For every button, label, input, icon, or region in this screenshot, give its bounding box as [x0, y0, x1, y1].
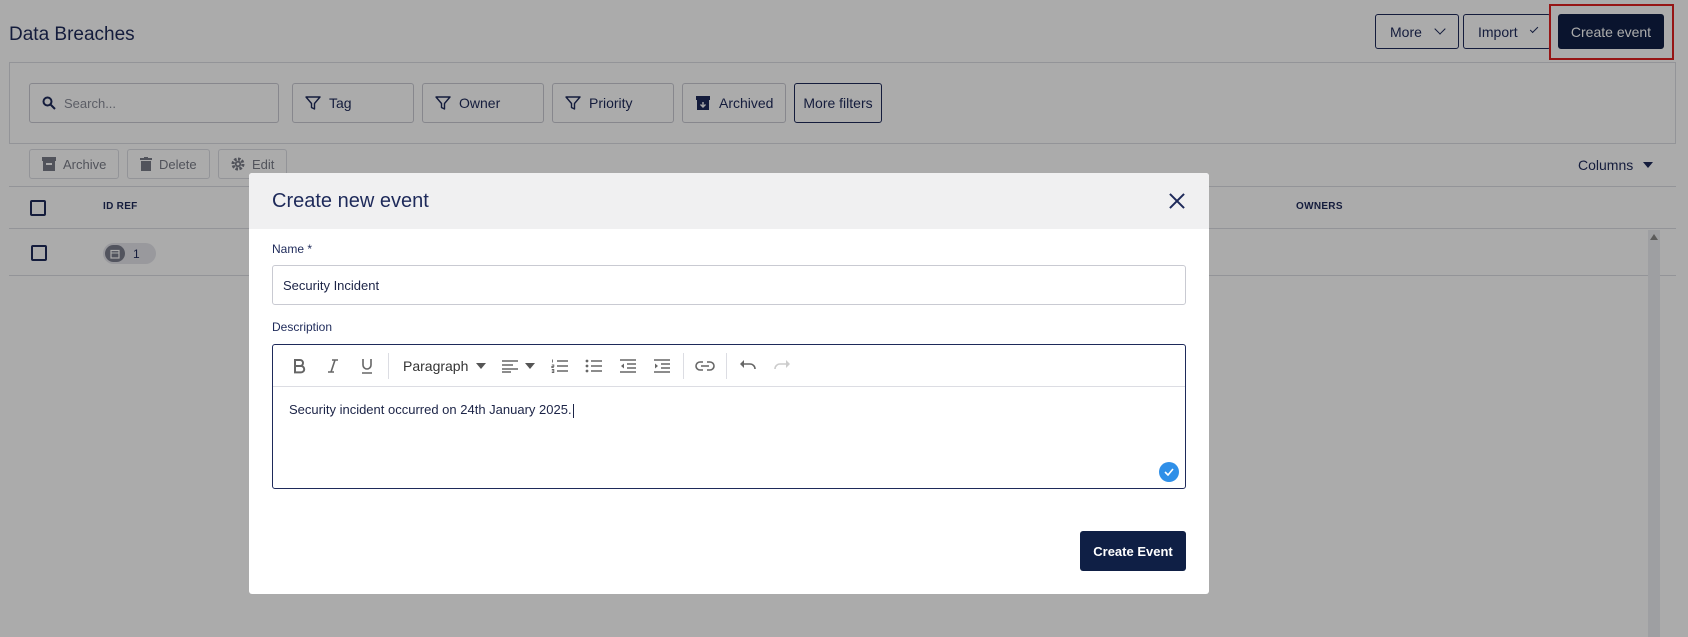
redo-button[interactable]: [765, 351, 799, 381]
caret-down-icon: [525, 362, 535, 369]
text-cursor: [572, 403, 574, 418]
create-event-submit-button[interactable]: Create Event: [1080, 531, 1186, 571]
description-label: Description: [272, 320, 333, 334]
paragraph-label: Paragraph: [403, 357, 469, 374]
description-editor[interactable]: Paragraph Security incident occurred on …: [272, 344, 1186, 489]
link-icon: [695, 360, 715, 371]
toolbar-divider: [388, 352, 389, 379]
modal-header: Create new event: [249, 173, 1209, 229]
italic-icon: [328, 358, 338, 373]
paragraph-dropdown[interactable]: Paragraph: [393, 358, 493, 374]
toolbar-divider: [683, 352, 684, 379]
undo-button[interactable]: [731, 351, 765, 381]
indent-icon: [654, 358, 670, 373]
numbered-list-icon: [551, 359, 568, 373]
bold-button[interactable]: [282, 351, 316, 381]
name-label: Name *: [272, 242, 313, 256]
caret-down-icon: [476, 362, 487, 369]
bullet-list-icon: [585, 359, 602, 372]
description-text: Security incident occurred on 24th Janua…: [289, 402, 572, 417]
underline-icon: [362, 358, 372, 374]
editor-content[interactable]: Security incident occurred on 24th Janua…: [273, 387, 1185, 433]
indent-button[interactable]: [645, 351, 679, 381]
modal-title: Create new event: [272, 189, 429, 212]
align-left-icon: [502, 359, 518, 373]
align-dropdown[interactable]: [493, 359, 543, 373]
undo-icon: [740, 359, 756, 369]
create-event-modal: Create new event Name * Security Inciden…: [249, 173, 1209, 594]
bullet-list-button[interactable]: [577, 351, 611, 381]
check-icon: [1159, 462, 1179, 482]
bold-icon: [294, 358, 306, 373]
italic-button[interactable]: [316, 351, 350, 381]
create-event-submit-label: Create Event: [1093, 543, 1173, 559]
underline-button[interactable]: [350, 351, 384, 381]
redo-icon: [774, 359, 790, 369]
outdent-button[interactable]: [611, 351, 645, 381]
link-button[interactable]: [688, 351, 722, 381]
name-field[interactable]: Security Incident: [272, 265, 1186, 305]
toolbar-divider: [726, 352, 727, 379]
editor-toolbar: Paragraph: [273, 345, 1185, 387]
outdent-icon: [620, 358, 636, 373]
close-icon[interactable]: [1167, 191, 1187, 211]
name-field-value: Security Incident: [283, 277, 380, 293]
numbered-list-button[interactable]: [543, 351, 577, 381]
